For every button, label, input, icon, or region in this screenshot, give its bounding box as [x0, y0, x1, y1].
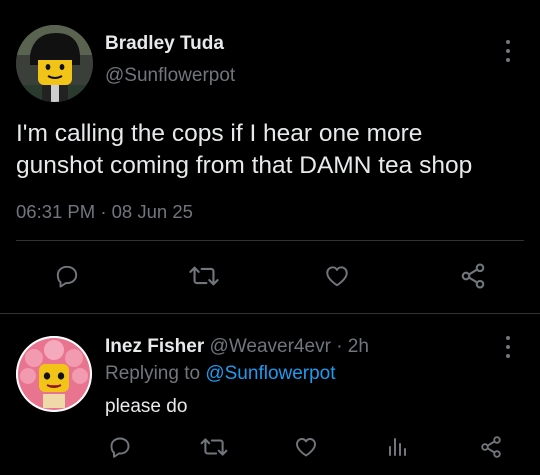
replying-prefix: Replying to — [105, 363, 201, 384]
like-icon[interactable] — [323, 263, 351, 289]
replying-mention-link[interactable]: @Sunflowerpot — [205, 363, 335, 384]
reply-age[interactable]: 2h — [348, 336, 369, 357]
timestamp-separator: · — [100, 201, 107, 222]
reply-header: Inez Fisher @Weaver4evr · 2h — [105, 336, 369, 358]
author-name[interactable]: Bradley Tuda — [105, 33, 224, 55]
reply-icon[interactable] — [108, 434, 132, 460]
reply-author-avatar[interactable] — [16, 336, 92, 412]
divider — [16, 240, 524, 241]
tweet-text: I'm calling the cops if I hear one more … — [16, 120, 473, 179]
tweet-time: 06:31 PM — [16, 201, 96, 222]
tweet-timestamp[interactable]: 06:31 PM · 08 Jun 25 — [16, 201, 193, 223]
author-handle[interactable]: @Sunflowerpot — [105, 65, 235, 87]
reply-action-bar — [16, 434, 526, 460]
replying-to-line: Replying to @Sunflowerpot — [105, 363, 336, 385]
reply-author-name[interactable]: Inez Fisher — [105, 336, 204, 357]
share-icon[interactable] — [458, 263, 488, 289]
reply-more-options-icon[interactable] — [503, 336, 513, 358]
reply-icon[interactable] — [53, 263, 81, 289]
views-icon[interactable] — [387, 434, 409, 460]
lego-minifig-avatar-image — [16, 25, 93, 102]
tweet-date: 08 Jun 25 — [111, 201, 193, 222]
retweet-icon[interactable] — [188, 263, 220, 289]
lego-minifig-avatar-image — [16, 336, 92, 412]
author-avatar[interactable] — [16, 25, 93, 102]
retweet-icon[interactable] — [200, 434, 228, 460]
like-icon[interactable] — [294, 434, 318, 460]
reply-text: please do — [105, 396, 188, 417]
reply-author-handle[interactable]: @Weaver4evr — [210, 336, 331, 357]
share-icon[interactable] — [478, 434, 504, 460]
reply-separator: · — [336, 336, 343, 357]
section-divider — [0, 313, 540, 314]
tweet-action-bar — [16, 263, 526, 289]
more-options-icon[interactable] — [503, 40, 513, 62]
